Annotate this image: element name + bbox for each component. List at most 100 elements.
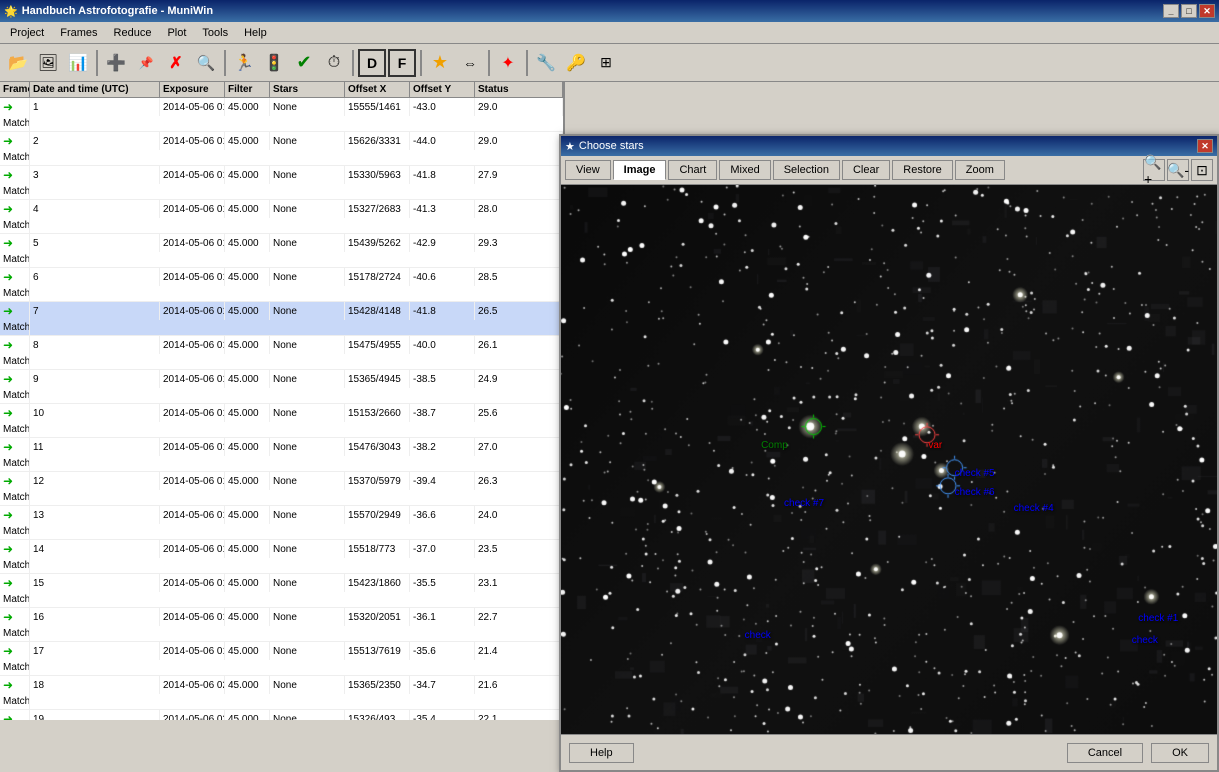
search-button[interactable]: 🔍 [192,49,220,77]
table-row[interactable]: ➜ 14 2014-05-06 01:57:04 45.000 None 155… [0,540,563,574]
table-row[interactable]: ➜ 6 2014-05-06 01:50:39 45.000 None 1517… [0,268,563,302]
table-row[interactable]: ➜ 11 2014-05-06 01:54:40 45.000 None 154… [0,438,563,472]
table-body: ➜ 1 2014-05-06 01:46:38 45.000 None 1555… [0,98,563,720]
cell-frame: 1 [30,98,160,116]
cell-offsety: 26.3 [475,472,563,490]
table-row[interactable]: ➜ 19 2014-05-06 02:01:05 45.000 None 153… [0,710,563,720]
menu-frames[interactable]: Frames [52,25,105,41]
maximize-button[interactable]: □ [1181,4,1197,18]
ok-button[interactable]: OK [1151,743,1209,763]
arrows-button[interactable]: ⇔ [456,49,484,77]
dialog-title-bar: ★ Choose stars ✕ [561,136,1217,156]
tab-selection[interactable]: Selection [773,160,840,180]
add-frame-button[interactable]: ➕ [102,49,130,77]
cell-filter: None [270,676,345,694]
cell-exposure: 45.000 [225,438,270,456]
cell-frame: 16 [30,608,160,626]
cell-datetime: 2014-05-06 01:55:28 [160,472,225,490]
var-red-button[interactable]: ✦ [494,49,522,77]
table-row[interactable]: ➜ 7 2014-05-06 01:51:27 45.000 None 1542… [0,302,563,336]
dialog-close-button[interactable]: ✕ [1197,139,1213,153]
open-stack-button[interactable]: 📊 [64,49,92,77]
row-arrow: ➜ [3,440,13,454]
row-arrow: ➜ [3,542,13,556]
tab-clear[interactable]: Clear [842,160,890,180]
table-row[interactable]: ➜ 1 2014-05-06 01:46:38 45.000 None 1555… [0,98,563,132]
zoom-in-button[interactable]: 🔍+ [1143,159,1165,181]
cell-offsety: 22.1 [475,710,563,720]
cell-status: Matching OK (21 % stars m [0,150,30,165]
cell-frame: 8 [30,336,160,354]
zoom-fit-button[interactable]: ⊡ [1191,159,1213,181]
grid-button[interactable]: ⊞ [592,49,620,77]
cell-offsetx: -42.9 [410,234,475,252]
cell-stars: 15475/4955 [345,336,410,354]
open-fits-button[interactable]: 🖼 [34,49,62,77]
table-row[interactable]: ➜ 5 2014-05-06 01:49:51 45.000 None 1543… [0,234,563,268]
cell-offsetx: -41.8 [410,302,475,320]
run-button[interactable]: 🏃 [230,49,258,77]
clock-button[interactable]: ⏱ [320,49,348,77]
tab-image[interactable]: Image [613,160,667,180]
tools2-button[interactable]: 🔑 [562,49,590,77]
cell-filter: None [270,370,345,388]
table-row[interactable]: ➜ 18 2014-05-06 02:00:17 45.000 None 153… [0,676,563,710]
tab-zoom[interactable]: Zoom [955,160,1005,180]
catalog-d-button[interactable]: D [358,49,386,77]
table-row[interactable]: ➜ 16 2014-05-06 01:58:41 45.000 None 153… [0,608,563,642]
col-filter: Filter [225,82,270,97]
cell-offsety: 23.5 [475,540,563,558]
cell-offsety: 24.9 [475,370,563,388]
cell-status: Matching OK (34 % stars m [0,252,30,267]
menu-reduce[interactable]: Reduce [106,25,160,41]
cell-datetime: 2014-05-06 01:49:03 [160,200,225,218]
close-button[interactable]: ✕ [1199,4,1215,18]
open-folder-button[interactable]: 📂 [4,49,32,77]
cell-filter: None [270,132,345,150]
table-row[interactable]: ➜ 3 2014-05-06 01:48:15 45.000 None 1533… [0,166,563,200]
cell-filter: None [270,404,345,422]
cell-offsety: 28.0 [475,200,563,218]
star-button[interactable]: ★ [426,49,454,77]
menu-project[interactable]: Project [2,25,52,41]
table-row[interactable]: ➜ 15 2014-05-06 01:57:52 45.000 None 154… [0,574,563,608]
tab-restore[interactable]: Restore [892,160,953,180]
tab-view[interactable]: View [565,160,611,180]
tools1-button[interactable]: 🔧 [532,49,560,77]
cell-exposure: 45.000 [225,608,270,626]
traffic-light-button[interactable]: 🚦 [260,49,288,77]
menu-plot[interactable]: Plot [159,25,194,41]
cell-frame: 3 [30,166,160,184]
cell-datetime: 2014-05-06 01:52:15 [160,336,225,354]
help-button[interactable]: Help [569,743,634,763]
cell-offsetx: -34.7 [410,676,475,694]
table-row[interactable]: ➜ 2 2014-05-06 01:47:26 45.000 None 1562… [0,132,563,166]
col-stars: Stars [270,82,345,97]
cell-datetime: 2014-05-06 01:48:15 [160,166,225,184]
cell-datetime: 2014-05-06 01:57:04 [160,540,225,558]
cell-stars: 15153/2660 [345,404,410,422]
minimize-button[interactable]: _ [1163,4,1179,18]
table-row[interactable]: ➜ 17 2014-05-06 01:59:29 45.000 None 155… [0,642,563,676]
row-arrow: ➜ [3,338,13,352]
table-row[interactable]: ➜ 4 2014-05-06 01:49:03 45.000 None 1532… [0,200,563,234]
row-arrow: ➜ [3,406,13,420]
table-row[interactable]: ➜ 13 2014-05-06 01:56:16 45.000 None 155… [0,506,563,540]
cell-status: Matching OK (5 % stars m [0,558,30,573]
row-arrow: ➜ [3,644,13,658]
table-row[interactable]: ➜ 8 2014-05-06 01:52:15 45.000 None 1547… [0,336,563,370]
delete-button[interactable]: ✗ [162,49,190,77]
check-button[interactable]: ✔ [290,49,318,77]
tab-mixed[interactable]: Mixed [719,160,770,180]
cell-offsety: 29.0 [475,98,563,116]
zoom-out-button[interactable]: 🔍- [1167,159,1189,181]
table-row[interactable]: ➜ 12 2014-05-06 01:55:28 45.000 None 153… [0,472,563,506]
menu-help[interactable]: Help [236,25,275,41]
insert-frame-button[interactable]: 📌 [132,49,160,77]
cancel-button[interactable]: Cancel [1067,743,1143,763]
table-row[interactable]: ➜ 10 2014-05-06 01:53:52 45.000 None 151… [0,404,563,438]
table-row[interactable]: ➜ 9 2014-05-06 01:53:04 45.000 None 1536… [0,370,563,404]
tab-chart[interactable]: Chart [668,160,717,180]
catalog-f-button[interactable]: F [388,49,416,77]
menu-tools[interactable]: Tools [194,25,236,41]
